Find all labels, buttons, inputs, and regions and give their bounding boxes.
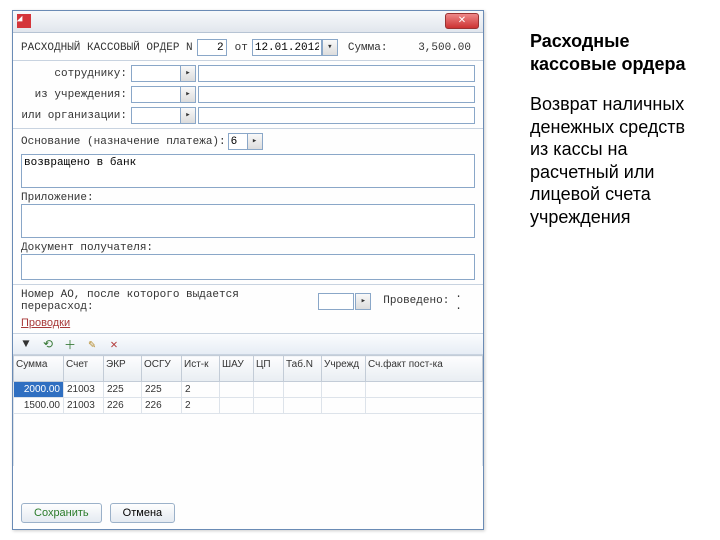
- col-org[interactable]: Учрежд: [322, 356, 366, 382]
- or-org-name-input[interactable]: [198, 107, 475, 124]
- cell-ekr[interactable]: 226: [104, 398, 142, 414]
- col-ekr[interactable]: ЭКР: [104, 356, 142, 382]
- doc-date-input[interactable]: [252, 39, 322, 56]
- cell-shau[interactable]: [220, 398, 254, 414]
- employee-id-input[interactable]: [131, 65, 181, 82]
- delete-row-icon[interactable]: ✕: [105, 335, 123, 353]
- table-row[interactable]: 1500.00 21003 226 226 2: [14, 398, 483, 414]
- employee-label: сотруднику:: [21, 68, 131, 80]
- titlebar: ✕: [13, 11, 483, 33]
- cell-cp[interactable]: [254, 398, 284, 414]
- doc-header-row: РАСХОДНЫЙ КАССОВЫЙ ОРДЕР N от ▾ Сумма: 3…: [21, 39, 475, 56]
- col-cp[interactable]: ЦП: [254, 356, 284, 382]
- cell-osgu[interactable]: 225: [142, 382, 182, 398]
- or-org-label: или организации:: [21, 110, 131, 122]
- ao-number-input[interactable]: [318, 293, 354, 310]
- recipient-doc-label: Документ получателя:: [21, 242, 475, 254]
- doc-title-label: РАСХОДНЫЙ КАССОВЫЙ ОРДЕР N: [21, 42, 193, 54]
- cell-cp[interactable]: [254, 382, 284, 398]
- postings-grid[interactable]: Сумма Счет ЭКР ОСГУ Ист-к ШАУ ЦП Таб.N У…: [13, 355, 483, 466]
- attachment-text-area[interactable]: [21, 204, 475, 238]
- postings-link[interactable]: Проводки: [21, 317, 70, 329]
- table-row[interactable]: 2000.00 21003 225 225 2: [14, 382, 483, 398]
- from-label: от: [235, 42, 248, 54]
- cell-sum[interactable]: 2000.00: [14, 382, 64, 398]
- col-acct[interactable]: Счет: [64, 356, 104, 382]
- grid-toolbar: ▼ ⟲ ＋ ✎ ✕: [13, 333, 483, 355]
- cell-org[interactable]: [322, 382, 366, 398]
- calendar-icon[interactable]: ▾: [322, 39, 338, 56]
- basis-code-input[interactable]: [228, 133, 248, 150]
- close-button[interactable]: ✕: [445, 13, 479, 29]
- cancel-button[interactable]: Отмена: [110, 503, 175, 523]
- posted-label: Проведено:: [383, 295, 449, 307]
- cell-osgu[interactable]: 226: [142, 398, 182, 414]
- sum-label: Сумма:: [348, 42, 388, 54]
- basis-text-area[interactable]: [21, 154, 475, 188]
- from-org-dropdown-icon[interactable]: ▸: [180, 86, 196, 103]
- ao-dropdown-icon[interactable]: ▸: [355, 293, 371, 310]
- from-org-name-input[interactable]: [198, 86, 475, 103]
- cell-sum[interactable]: 1500.00: [14, 398, 64, 414]
- cell-acct[interactable]: 21003: [64, 398, 104, 414]
- cell-tabn[interactable]: [284, 382, 322, 398]
- col-shau[interactable]: ШАУ: [220, 356, 254, 382]
- cell-shau[interactable]: [220, 382, 254, 398]
- col-src[interactable]: Ист-к: [182, 356, 220, 382]
- posted-value: . .: [455, 289, 475, 313]
- add-row-icon[interactable]: ＋: [61, 335, 79, 353]
- app-window: ✕ РАСХОДНЫЙ КАССОВЫЙ ОРДЕР N от ▾ Сумма:…: [12, 10, 484, 530]
- recipient-doc-text-area[interactable]: [21, 254, 475, 280]
- attachment-label: Приложение:: [21, 192, 475, 204]
- slide-caption: Расходные кассовые ордера Возврат наличн…: [530, 30, 700, 228]
- cell-ekr[interactable]: 225: [104, 382, 142, 398]
- cell-acct[interactable]: 21003: [64, 382, 104, 398]
- save-button[interactable]: Сохранить: [21, 503, 102, 523]
- slide-body: Возврат наличных денежных средств из кас…: [530, 93, 700, 228]
- basis-dropdown-icon[interactable]: ▸: [247, 133, 263, 150]
- basis-label: Основание (назначение платежа):: [21, 136, 226, 148]
- cell-tabn[interactable]: [284, 398, 322, 414]
- or-org-dropdown-icon[interactable]: ▸: [180, 107, 196, 124]
- slide-title: Расходные кассовые ордера: [530, 30, 700, 75]
- filter-icon[interactable]: ▼: [17, 335, 35, 353]
- ao-label: Номер АО, после которого выдается перера…: [21, 289, 316, 313]
- cell-cf[interactable]: [366, 382, 483, 398]
- employee-dropdown-icon[interactable]: ▸: [180, 65, 196, 82]
- employee-name-input[interactable]: [198, 65, 475, 82]
- or-org-id-input[interactable]: [131, 107, 181, 124]
- col-cf[interactable]: Сч.факт пост-ка: [366, 356, 483, 382]
- cell-src[interactable]: 2: [182, 382, 220, 398]
- sum-value: 3,500.00: [418, 42, 475, 54]
- from-org-id-input[interactable]: [131, 86, 181, 103]
- col-tabn[interactable]: Таб.N: [284, 356, 322, 382]
- from-org-label: из учреждения:: [21, 89, 131, 101]
- cell-src[interactable]: 2: [182, 398, 220, 414]
- col-sum[interactable]: Сумма: [14, 356, 64, 382]
- refresh-icon[interactable]: ⟲: [39, 335, 57, 353]
- cell-org[interactable]: [322, 398, 366, 414]
- col-osgu[interactable]: ОСГУ: [142, 356, 182, 382]
- cell-cf[interactable]: [366, 398, 483, 414]
- doc-number-input[interactable]: [197, 39, 227, 56]
- edit-row-icon[interactable]: ✎: [83, 335, 101, 353]
- app-logo-icon: [17, 14, 31, 28]
